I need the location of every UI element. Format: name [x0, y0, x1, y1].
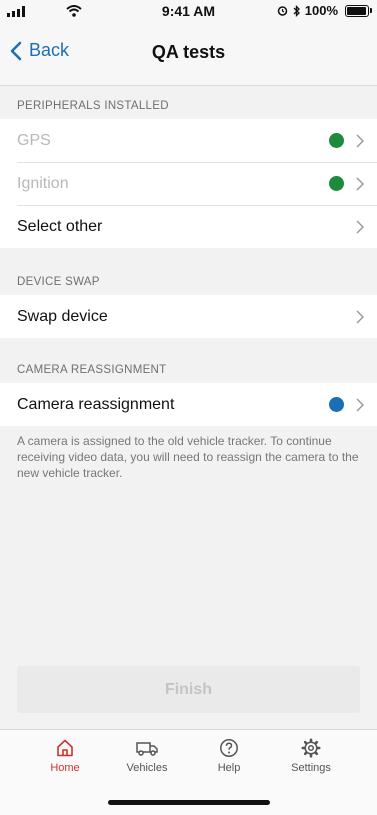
row-swap-device[interactable]: Swap device: [0, 295, 377, 338]
tab-label: Home: [50, 762, 80, 774]
home-icon: [57, 739, 73, 757]
alarm-icon: [277, 6, 287, 16]
battery-icon: [345, 4, 372, 17]
home-indicator: [108, 800, 270, 805]
section-header-device-swap: DEVICE SWAP: [17, 276, 100, 288]
row-label: Swap device: [17, 307, 108, 325]
chevron-right-icon: [356, 133, 364, 148]
help-icon: [220, 739, 238, 757]
van-icon: [136, 742, 158, 756]
finish-button[interactable]: Finish: [17, 666, 360, 713]
tab-help[interactable]: Help: [194, 738, 264, 774]
tab-label: Vehicles: [126, 762, 168, 774]
row-label: Camera reassignment: [17, 395, 175, 413]
peripherals-group: GPS Ignition Select other: [0, 119, 377, 248]
battery-percentage: 100%: [304, 3, 338, 18]
bluetooth-icon: [293, 4, 300, 17]
row-select-other[interactable]: Select other: [0, 205, 377, 248]
chevron-right-icon: [356, 309, 364, 324]
row-gps[interactable]: GPS: [0, 119, 377, 162]
row-label: GPS: [17, 131, 51, 149]
row-ignition[interactable]: Ignition: [0, 162, 377, 205]
tab-vehicles[interactable]: Vehicles: [112, 738, 182, 774]
chevron-right-icon: [356, 219, 364, 234]
row-label: Ignition: [17, 174, 69, 192]
status-bar: 9:41 AM 100%: [0, 0, 377, 24]
row-camera-reassignment[interactable]: Camera reassignment: [0, 383, 377, 426]
navigation-bar: Back QA tests: [0, 24, 377, 86]
chevron-right-icon: [356, 397, 364, 412]
section-header-camera: CAMERA REASSIGNMENT: [17, 364, 167, 376]
status-dot-blue: [329, 397, 344, 412]
row-label: Select other: [17, 217, 103, 235]
status-dot-green: [329, 133, 344, 148]
page-title: QA tests: [151, 42, 226, 62]
device-swap-group: Swap device: [0, 295, 377, 338]
chevron-right-icon: [356, 176, 364, 191]
tab-home[interactable]: Home: [30, 738, 100, 774]
gear-icon: [301, 738, 321, 758]
camera-group: Camera reassignment: [0, 383, 377, 426]
tab-label: Settings: [291, 762, 331, 774]
section-header-peripherals: PERIPHERALS INSTALLED: [17, 100, 169, 112]
status-dot-green: [329, 176, 344, 191]
camera-info-text: A camera is assigned to the old vehicle …: [17, 434, 359, 480]
tab-label: Help: [217, 762, 241, 774]
tab-settings[interactable]: Settings: [276, 738, 346, 774]
